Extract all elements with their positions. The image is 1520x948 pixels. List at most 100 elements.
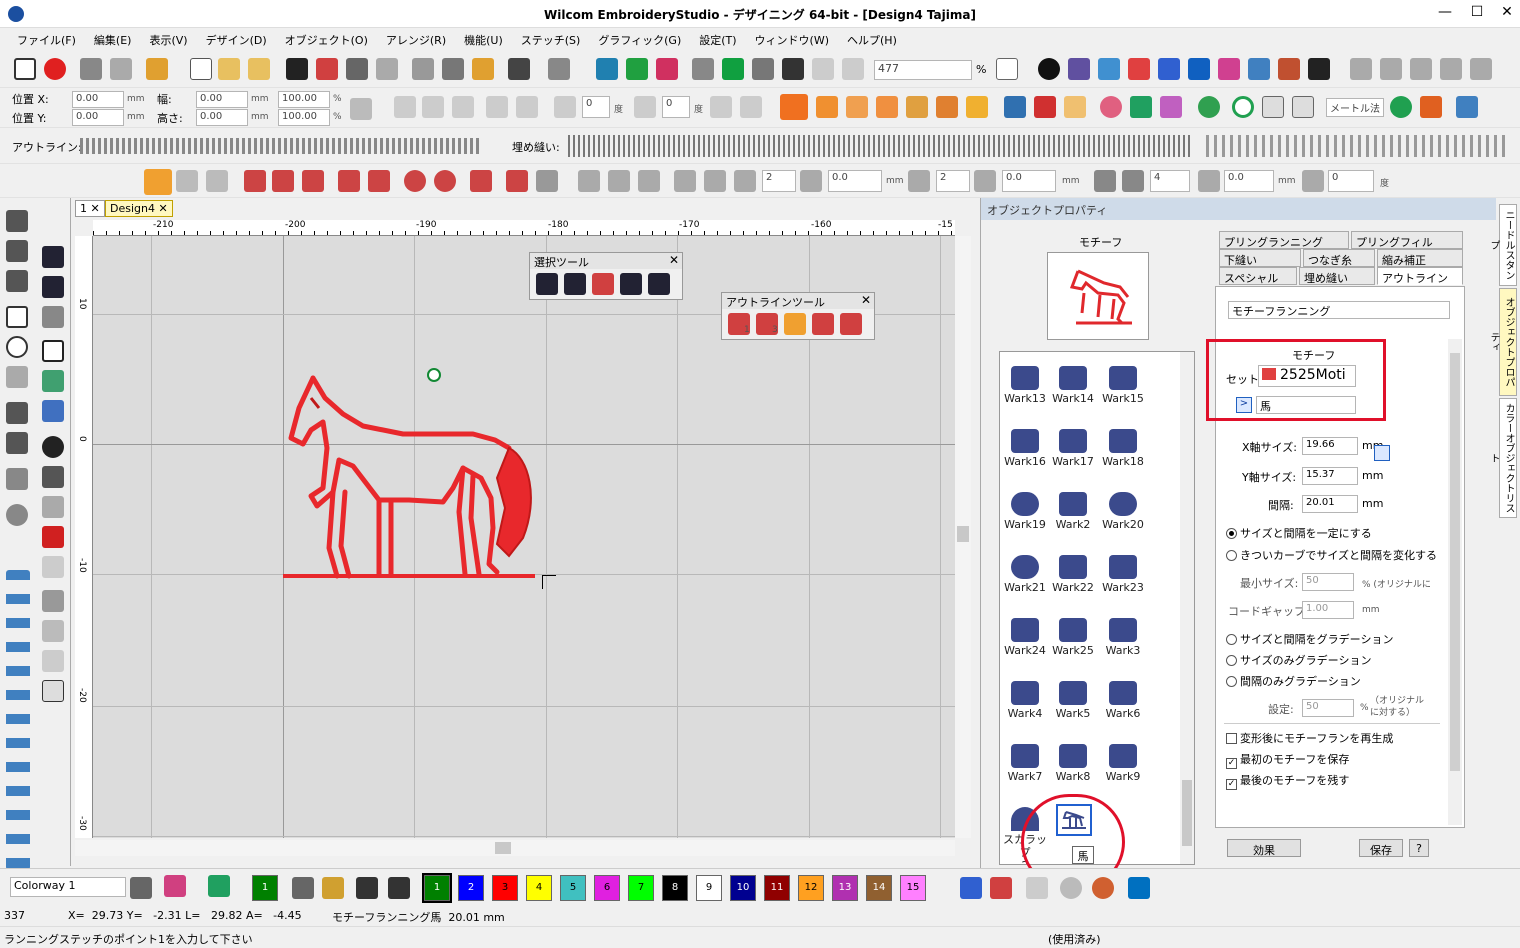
canvas-hscroll[interactable]	[75, 840, 955, 856]
menu-view[interactable]: 表示(V)	[140, 28, 196, 48]
target2-icon[interactable]	[434, 170, 456, 192]
select-tool-close-icon[interactable]: ✕	[669, 253, 679, 267]
color-swatch[interactable]: 8	[662, 875, 688, 901]
ellipse-icon[interactable]	[6, 336, 28, 358]
thread-chart-icon[interactable]	[1158, 58, 1180, 80]
motif-item[interactable]: Wark7	[1000, 744, 1050, 783]
digitize-curve-icon[interactable]	[6, 210, 28, 232]
digitize-shape-icon[interactable]	[6, 240, 28, 262]
view-window-icon[interactable]	[996, 58, 1018, 80]
motif-item[interactable]: Wark8	[1048, 744, 1098, 783]
motif-expand-button[interactable]: >	[1236, 397, 1252, 413]
maximize-button[interactable]: ☐	[1462, 4, 1492, 20]
remove-color-icon[interactable]	[388, 877, 410, 899]
shapes-icon-left[interactable]	[6, 366, 28, 388]
add-color-icon[interactable]	[356, 877, 378, 899]
grid-hatch5-icon[interactable]	[1470, 58, 1492, 80]
lock-proportion-icon[interactable]	[350, 98, 372, 120]
save-icon[interactable]	[286, 58, 308, 80]
paint-bucket-icon[interactable]	[322, 877, 344, 899]
fork-icon[interactable]	[936, 96, 958, 118]
hoop-blue-icon[interactable]	[1188, 58, 1210, 80]
eyedropper-icon[interactable]	[292, 877, 314, 899]
lettering-icon[interactable]	[42, 340, 64, 362]
table-icon[interactable]	[1262, 96, 1284, 118]
library-icon[interactable]	[146, 58, 168, 80]
mirror-icon[interactable]	[710, 96, 732, 118]
export-icon[interactable]	[316, 58, 338, 80]
radio-grad-size[interactable]: サイズのみグラデーション	[1226, 652, 1371, 668]
aspect-lock-icon[interactable]	[1374, 445, 1390, 461]
digitize-tri-icon[interactable]	[6, 270, 28, 292]
color-swatch[interactable]: 7	[628, 875, 654, 901]
align-h-icon[interactable]	[394, 96, 416, 118]
travel-icon[interactable]	[812, 58, 834, 80]
target-left-icon[interactable]	[42, 436, 64, 458]
horse-embroidery[interactable]	[283, 368, 553, 584]
motif-item[interactable]: Wark2	[1048, 492, 1098, 531]
outline-tool-close-icon[interactable]: ✕	[861, 293, 871, 307]
tool-1000-icon[interactable]	[6, 570, 30, 870]
print-icon[interactable]	[346, 58, 368, 80]
side-tab-color-object-list[interactable]: カラーオブジェクトリスト	[1488, 398, 1517, 518]
auto-digitize-icon[interactable]	[42, 306, 64, 328]
xsize-input[interactable]: 19.66	[1302, 437, 1358, 455]
color-swatch[interactable]: 6	[594, 875, 620, 901]
motif-run-tool-icon[interactable]	[144, 169, 172, 195]
color-swatch[interactable]: 13	[832, 875, 858, 901]
overlap-icon[interactable]	[42, 680, 64, 702]
chord-gap-input[interactable]: 1.00	[1302, 601, 1354, 619]
motif-item[interactable]: Wark16	[1000, 429, 1050, 468]
dimension-icon[interactable]	[1198, 170, 1220, 192]
stamp-icon[interactable]	[1278, 58, 1300, 80]
undo-icon[interactable]	[508, 58, 530, 80]
menu-object[interactable]: オブジェクト(O)	[276, 28, 377, 48]
machine-icon[interactable]	[596, 58, 618, 80]
cut-icon[interactable]	[412, 58, 434, 80]
tab-connector[interactable]: つなぎ糸	[1303, 249, 1375, 267]
select-pointer-icon[interactable]	[536, 273, 558, 295]
mirror-v-icon[interactable]	[608, 170, 630, 192]
grid-hatch4-icon[interactable]	[1440, 58, 1462, 80]
motif-item[interactable]: Wark15	[1098, 366, 1148, 405]
node-tool-icon[interactable]	[244, 170, 266, 192]
row4-input-3[interactable]: 2	[936, 170, 970, 192]
color-swatch[interactable]: 4	[526, 875, 552, 901]
cross2-icon[interactable]	[1122, 170, 1144, 192]
hex-red-icon[interactable]	[42, 526, 64, 548]
outline-motif-icon[interactable]	[784, 313, 806, 335]
props-scrollbar[interactable]	[1448, 339, 1462, 825]
align-d-icon[interactable]	[452, 96, 474, 118]
motif-item[interactable]: Wark14	[1048, 366, 1098, 405]
dotted-line-icon[interactable]	[906, 96, 928, 118]
menu-settings[interactable]: 設定(T)	[690, 28, 745, 48]
menu-function[interactable]: 機能(U)	[455, 28, 512, 48]
spiral-icon[interactable]	[42, 496, 64, 518]
applique-icon[interactable]	[6, 468, 28, 490]
tab-shrink-comp[interactable]: 縮み補正	[1377, 249, 1463, 267]
motif-item[interactable]: Wark13	[1000, 366, 1050, 405]
freehand2-icon[interactable]	[6, 432, 28, 454]
row4-input-1[interactable]: 2	[762, 170, 796, 192]
array3-icon[interactable]	[734, 170, 756, 192]
color-swatch[interactable]: 9	[696, 875, 722, 901]
stitch-player-icon[interactable]	[692, 58, 714, 80]
radio-grad-both[interactable]: サイズと間隔をグラデーション	[1226, 631, 1393, 647]
motif-item[interactable]: Wark23	[1098, 555, 1148, 594]
green-box-icon[interactable]	[722, 58, 744, 80]
mirror-h-icon[interactable]	[578, 170, 600, 192]
fish-icon[interactable]	[966, 96, 988, 118]
motif-item[interactable]: Wark9	[1098, 744, 1148, 783]
tool-extra-icon[interactable]	[1456, 96, 1478, 118]
color-dots-icon[interactable]	[1160, 96, 1182, 118]
motif-item[interactable]: Wark22	[1048, 555, 1098, 594]
side-tab-object-properties[interactable]: オブジェクトプロパティ	[1488, 288, 1517, 396]
palette-icon[interactable]	[130, 877, 152, 899]
menu-stitch[interactable]: ステッチ(S)	[512, 28, 590, 48]
grey-circle-icon[interactable]	[1060, 877, 1082, 899]
skew-input[interactable]: 0	[662, 96, 690, 118]
black-white-icon[interactable]	[1308, 58, 1330, 80]
color-swatch[interactable]: 15	[900, 875, 926, 901]
spacing-icon[interactable]	[800, 170, 822, 192]
doc-tab-design4[interactable]: Design4 ✕	[105, 200, 173, 217]
